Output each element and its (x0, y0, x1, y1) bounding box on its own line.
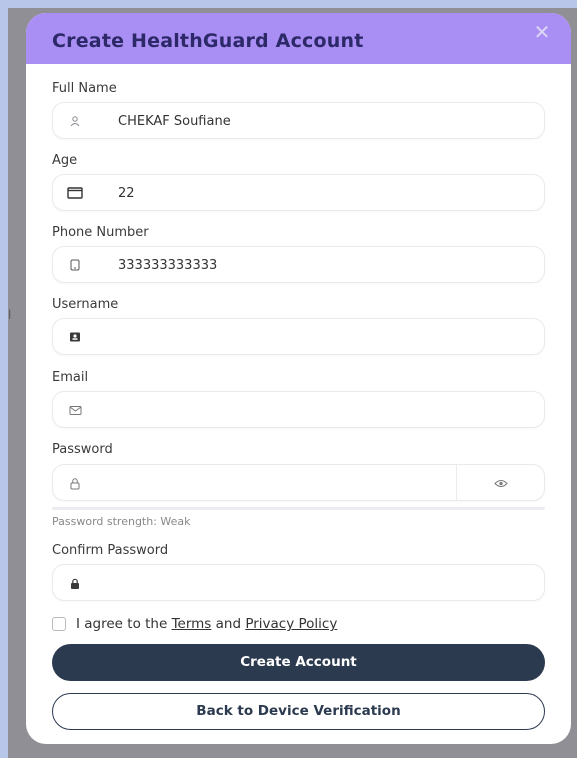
lock-filled-icon (67, 575, 83, 591)
phone-icon (67, 257, 83, 273)
terms-link[interactable]: Terms (172, 616, 212, 632)
phone-value: 333333333333 (118, 258, 218, 273)
confirm-password-label: Confirm Password (52, 543, 169, 558)
close-icon: ✕ (533, 20, 551, 44)
lock-icon (67, 475, 83, 491)
username-input[interactable] (52, 318, 545, 355)
full-name-value: CHEKAF Soufiane (118, 114, 231, 129)
terms-agreement-row: I agree to the Terms and Privacy Policy (52, 614, 337, 634)
age-label: Age (52, 153, 78, 168)
terms-checkbox[interactable] (52, 617, 66, 631)
create-account-button[interactable]: Create Account (52, 644, 545, 681)
terms-agreement-text: I agree to the Terms and Privacy Policy (76, 616, 337, 632)
modal-title: Create HealthGuard Account (52, 30, 364, 52)
user-icon (67, 113, 83, 129)
privacy-policy-link[interactable]: Privacy Policy (245, 616, 337, 632)
agreement-middle: and (211, 616, 246, 632)
confirm-password-input[interactable] (52, 564, 545, 601)
password-strength-bar (52, 507, 545, 510)
toggle-password-visibility-button[interactable] (456, 465, 544, 500)
full-name-label: Full Name (52, 81, 117, 96)
close-button[interactable]: ✕ (531, 21, 553, 43)
phone-label: Phone Number (52, 225, 149, 240)
password-input[interactable] (52, 464, 545, 501)
agreement-prefix: I agree to the (76, 616, 172, 632)
phone-input[interactable]: 333333333333 (52, 246, 545, 283)
age-input[interactable]: 22 (52, 174, 545, 211)
email-input[interactable] (52, 391, 545, 428)
calendar-icon (67, 185, 83, 201)
background-text-fragment: l (8, 308, 12, 322)
password-label: Password (52, 442, 113, 457)
username-label: Username (52, 297, 119, 312)
id-card-icon (67, 329, 83, 345)
back-to-device-verification-button[interactable]: Back to Device Verification (52, 693, 545, 730)
password-strength-text: Password strength: Weak (52, 515, 191, 528)
window-frame-left (0, 0, 8, 758)
eye-icon (493, 473, 508, 492)
envelope-icon (67, 402, 83, 418)
modal-header: Create HealthGuard Account ✕ (26, 13, 571, 64)
window-frame-top (0, 0, 577, 8)
create-account-modal: Create HealthGuard Account ✕ Full Name C… (26, 13, 571, 744)
email-label: Email (52, 370, 89, 385)
age-value: 22 (118, 186, 135, 201)
full-name-input[interactable]: CHEKAF Soufiane (52, 102, 545, 139)
